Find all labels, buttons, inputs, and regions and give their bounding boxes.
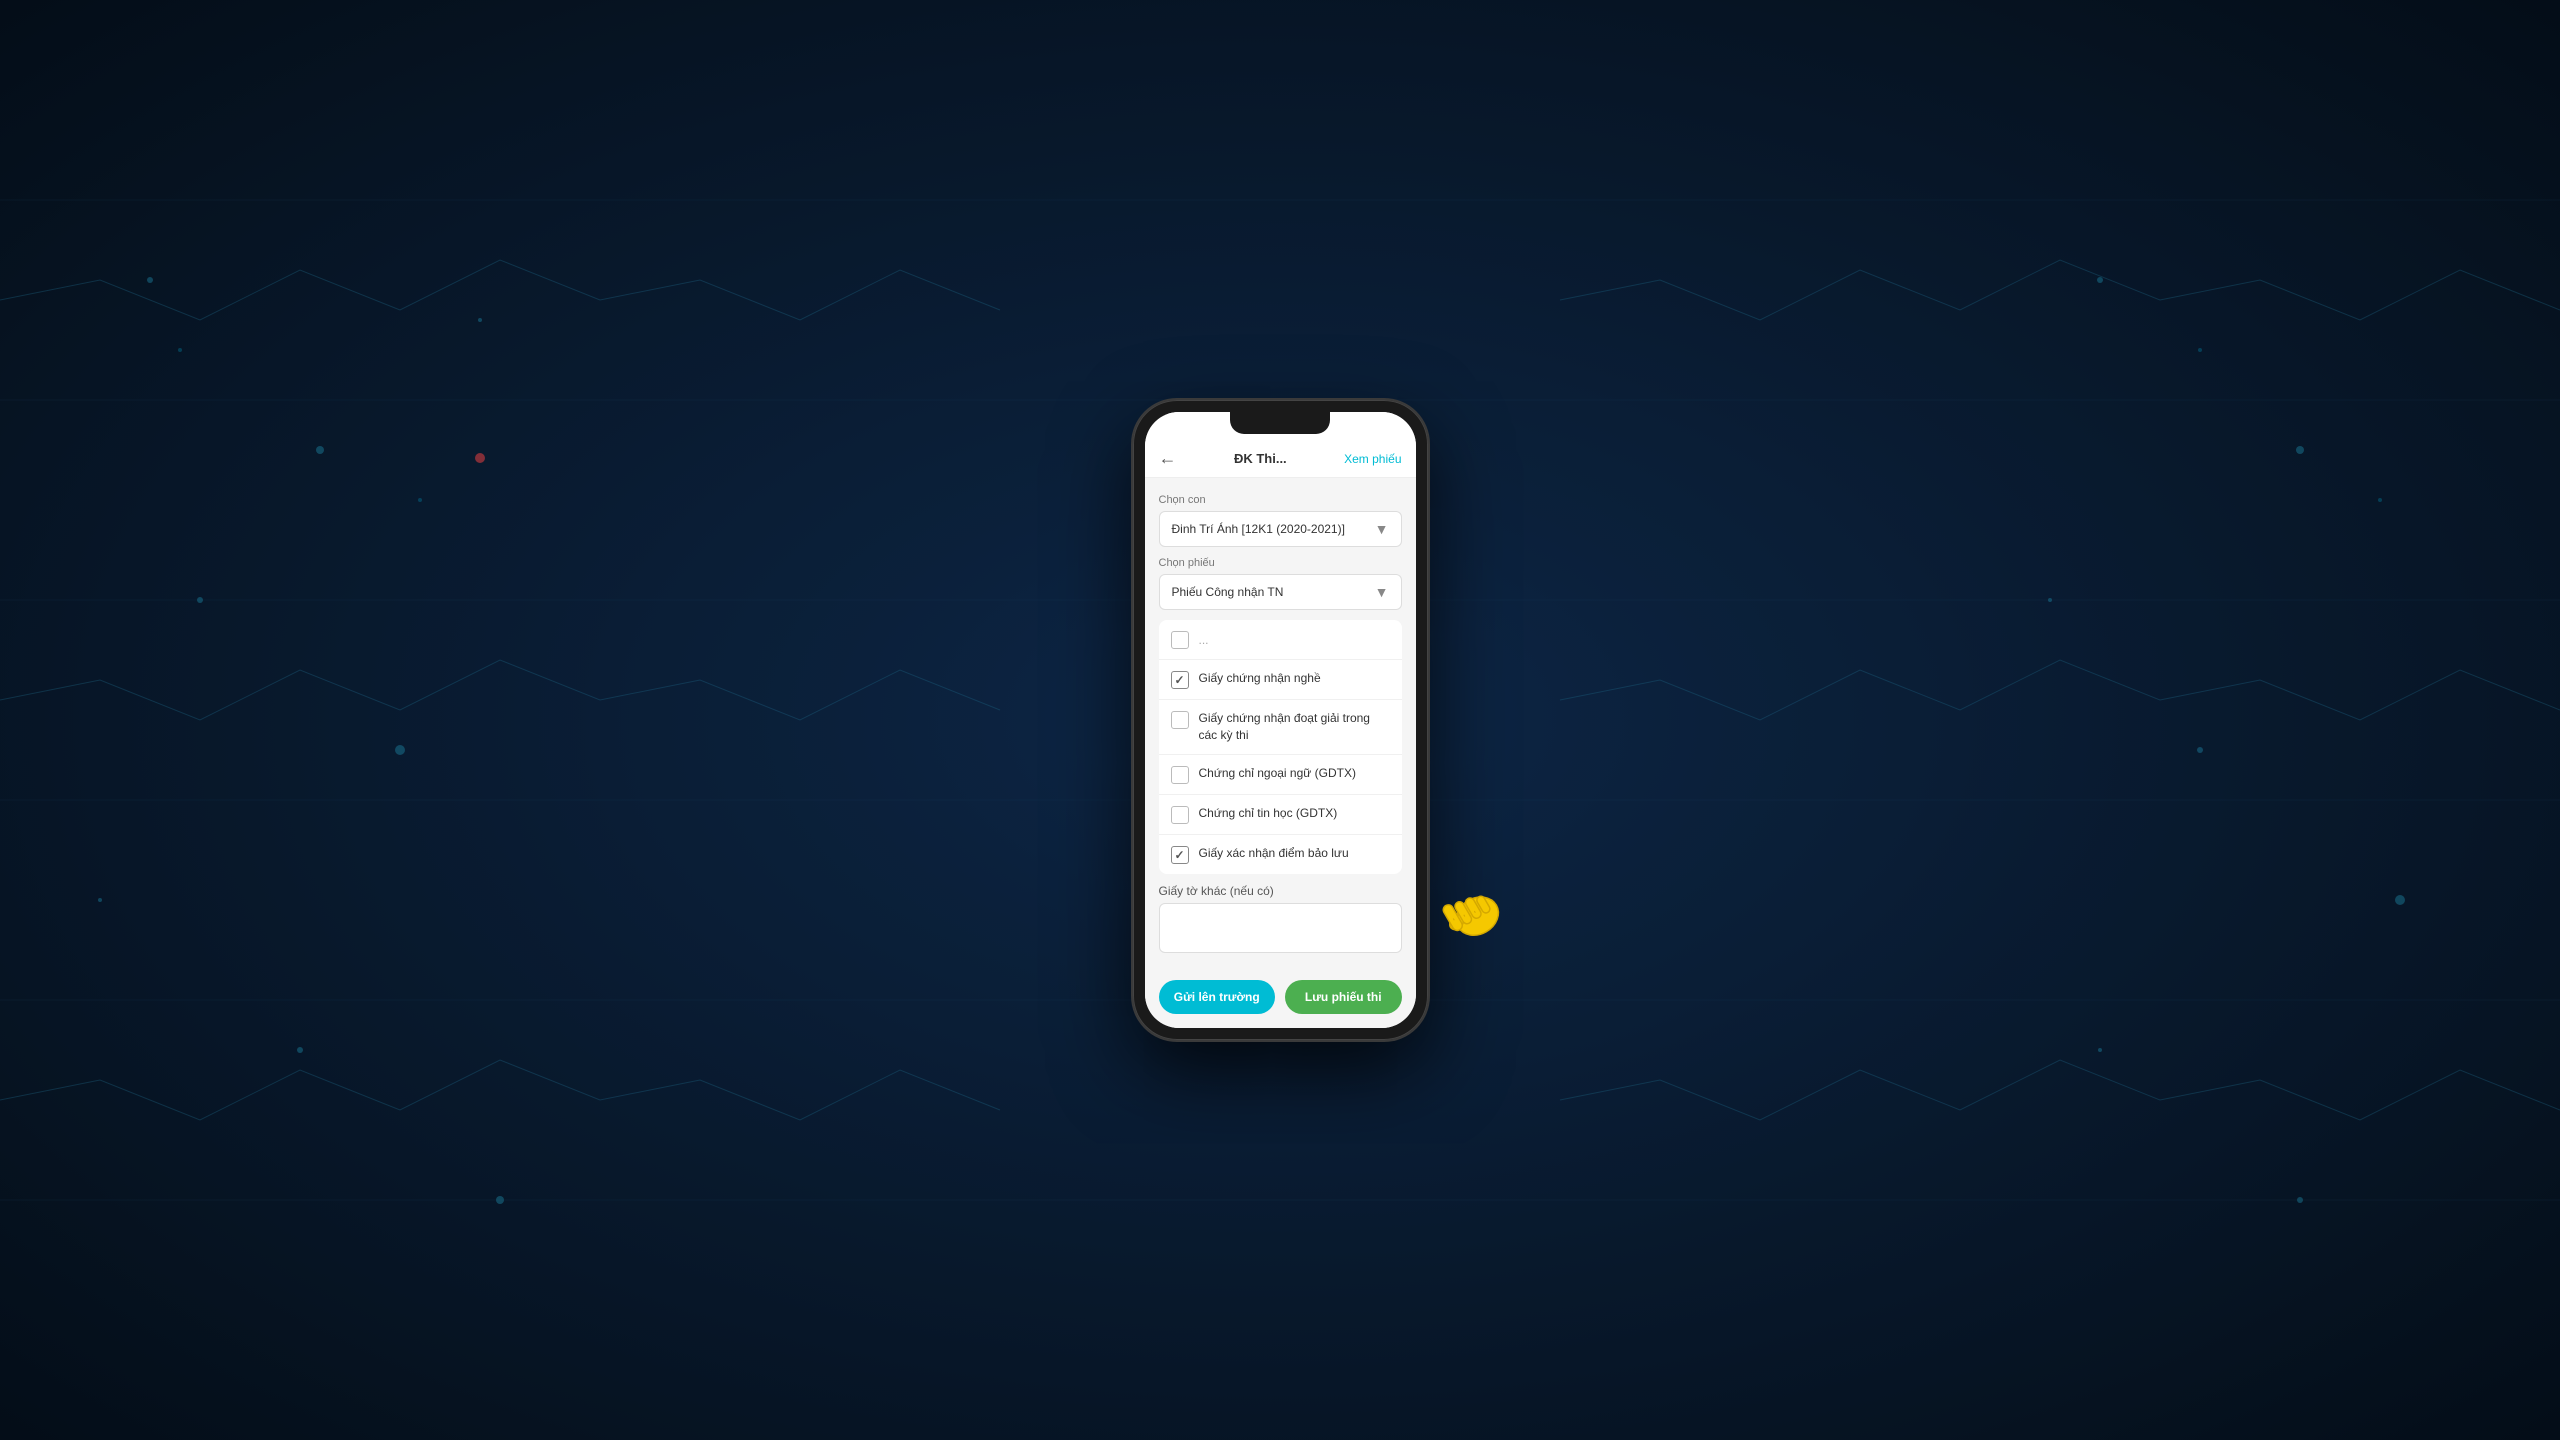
checkbox-item2[interactable] — [1171, 711, 1189, 729]
chon-phieu-label: Chọn phiếu — [1159, 557, 1402, 569]
checkbox-item4[interactable] — [1171, 806, 1189, 824]
chon-con-dropdown[interactable]: Đinh Trí Ánh [12K1 (2020-2021)] ▼ — [1159, 511, 1402, 547]
checkbox-truncated[interactable] — [1171, 631, 1189, 649]
item3-label: Chứng chỉ ngoại ngữ (GDTX) — [1199, 765, 1356, 782]
item2-label: Giấy chứng nhận đoạt giải trong các kỳ t… — [1199, 710, 1390, 744]
scroll-content: Chọn con Đinh Trí Ánh [12K1 (2020-2021)]… — [1145, 478, 1416, 970]
checkbox-item3[interactable] — [1171, 766, 1189, 784]
item4-label: Chứng chỉ tin học (GDTX) — [1199, 805, 1338, 822]
send-button[interactable]: Gửi lên trường — [1159, 980, 1276, 1014]
checklist-card: ... Giấy chứng nhận nghề Giấy chứng nhận… — [1159, 620, 1402, 874]
list-item[interactable]: Giấy xác nhận điểm bảo lưu — [1159, 835, 1402, 874]
page-title: ĐK Thi... — [1177, 451, 1345, 466]
checkbox-item5[interactable] — [1171, 846, 1189, 864]
bottom-bar: Gửi lên trường Lưu phiếu thi — [1145, 970, 1416, 1028]
list-item[interactable]: Giấy chứng nhận nghề — [1159, 660, 1402, 700]
checkbox-item1[interactable] — [1171, 671, 1189, 689]
item5-label: Giấy xác nhận điểm bảo lưu — [1199, 845, 1349, 862]
other-docs-input[interactable] — [1159, 903, 1402, 953]
phone-screen: ← ĐK Thi... Xem phiếu Chọn con Đinh Trí … — [1145, 412, 1416, 1028]
save-button[interactable]: Lưu phiếu thi — [1285, 980, 1402, 1014]
truncated-label: ... — [1199, 633, 1389, 647]
phone-device: ← ĐK Thi... Xem phiếu Chọn con Đinh Trí … — [1133, 400, 1428, 1040]
chon-phieu-arrow-icon: ▼ — [1375, 584, 1389, 600]
chon-phieu-value: Phiếu Công nhận TN — [1172, 585, 1284, 599]
back-button[interactable]: ← — [1159, 448, 1177, 469]
xem-phieu-link[interactable]: Xem phiếu — [1344, 452, 1401, 466]
other-docs-label: Giấy tờ khác (nếu có) — [1159, 884, 1402, 898]
list-item[interactable]: Chứng chỉ tin học (GDTX) — [1159, 795, 1402, 835]
item1-label: Giấy chứng nhận nghề — [1199, 670, 1321, 687]
chon-con-value: Đinh Trí Ánh [12K1 (2020-2021)] — [1172, 522, 1345, 536]
phone-notch — [1230, 412, 1330, 434]
list-item[interactable]: Chứng chỉ ngoại ngữ (GDTX) — [1159, 755, 1402, 795]
chon-phieu-dropdown[interactable]: Phiếu Công nhận TN ▼ — [1159, 574, 1402, 610]
truncated-row: ... — [1159, 620, 1402, 660]
list-item[interactable]: Giấy chứng nhận đoạt giải trong các kỳ t… — [1159, 700, 1402, 755]
chon-con-label: Chọn con — [1159, 494, 1402, 506]
chon-con-arrow-icon: ▼ — [1375, 521, 1389, 537]
phone-wrapper: ← ĐK Thi... Xem phiếu Chọn con Đinh Trí … — [1133, 400, 1428, 1040]
